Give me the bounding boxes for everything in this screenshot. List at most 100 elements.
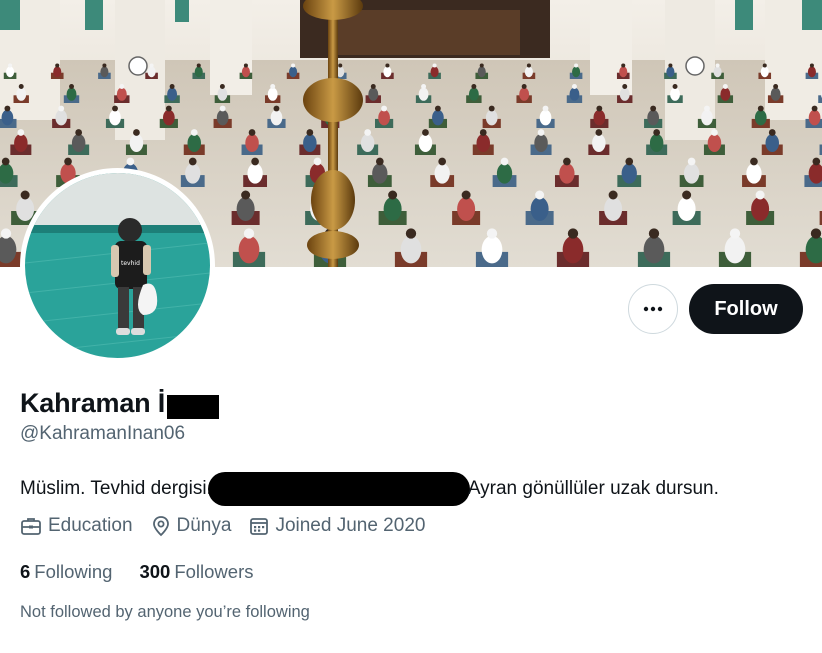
following-count: 6: [20, 561, 31, 582]
banner-worshipper: [530, 197, 549, 221]
banner-worshipper: [559, 163, 575, 184]
banner-worshipper: [770, 87, 781, 101]
banner-worshipper-head: [291, 63, 296, 68]
banner-worshipper: [147, 66, 156, 78]
banner-worshipper-head: [672, 84, 678, 89]
banner-worshipper: [751, 197, 770, 221]
banner-worshipper-head: [574, 63, 579, 68]
banner-worshipper: [569, 87, 580, 101]
redaction-bar: [167, 395, 220, 419]
banner-worshipper: [216, 109, 229, 126]
location-label: Dünya: [176, 515, 232, 536]
banner-worshipper: [457, 197, 476, 221]
banner-worshipper-head: [0, 228, 12, 239]
banner-worshipper-head: [364, 129, 372, 136]
banner-worshipper-head: [668, 63, 673, 68]
banner-worshipper-head: [270, 84, 276, 89]
banner-worshipper-head: [338, 63, 343, 68]
followers-link[interactable]: 300 Followers: [139, 561, 253, 583]
banner-worshipper-head: [479, 63, 484, 68]
banner-worshipper: [55, 109, 68, 126]
meta-location: Dünya: [151, 515, 232, 537]
banner-worshipper-head: [219, 84, 225, 89]
profile-avatar[interactable]: tevhid: [20, 168, 215, 363]
banner-worshipper: [238, 235, 260, 264]
banner-worshipper-head: [711, 129, 718, 136]
banner-worshipper-head: [102, 63, 107, 68]
banner-worshipper-head: [810, 228, 822, 239]
banner-worshipper: [593, 109, 606, 126]
more-options-button[interactable]: [628, 284, 678, 334]
banner-worshipper-head: [479, 129, 487, 136]
banner-worshipper-head: [563, 157, 571, 166]
banner-worshipper: [649, 134, 664, 152]
banner-worshipper: [434, 163, 450, 184]
banner-worshipper: [485, 109, 498, 126]
banner-worshipper: [129, 134, 144, 152]
banner-worshipper: [418, 87, 429, 101]
banner-worshipper: [496, 163, 513, 184]
banner-worshipper-head: [715, 63, 720, 68]
banner-worshipper-head: [488, 105, 495, 112]
banner-worshipper: [236, 197, 255, 221]
banner-worshipper-head: [241, 190, 251, 200]
banner-worshipper-head: [596, 105, 603, 112]
banner-worshipper-head: [1, 157, 10, 166]
banner-worshipper: [670, 87, 680, 101]
banner-worshipper: [432, 109, 444, 126]
follow-button[interactable]: Follow: [689, 284, 803, 334]
banner-worshipper-head: [188, 157, 197, 166]
banner-worshipper: [724, 235, 746, 264]
banner-worshipper: [217, 87, 228, 101]
banner-worshipper: [16, 87, 27, 101]
banner-worshipper-head: [729, 228, 741, 239]
banner-worshipper-head: [595, 129, 603, 136]
banner-worshipper-head: [219, 105, 226, 112]
bio-text-start: Müslim. Tevhid dergisi.: [20, 478, 212, 499]
banner-worshipper: [720, 87, 731, 101]
banner-worshipper-head: [55, 63, 60, 68]
banner-worshipper-head: [381, 105, 388, 112]
banner-worshipper-head: [757, 105, 764, 112]
banner-worshipper-head: [461, 190, 471, 200]
banner-worshipper: [592, 134, 606, 152]
banner-worshipper-head: [18, 84, 24, 89]
banner-worshipper: [604, 197, 623, 221]
avatar-shirt-text: tevhid: [121, 260, 140, 267]
banner-worshipper-head: [625, 157, 634, 166]
banner-worshipper: [519, 87, 530, 101]
location-pin-icon: [152, 516, 169, 537]
banner-worshipper: [534, 134, 548, 152]
banner-worshipper: [765, 134, 779, 152]
banner-worshipper: [14, 134, 28, 152]
banner-worshipper-head: [621, 63, 626, 68]
banner-worshipper: [418, 134, 433, 152]
banner-worshipper-head: [687, 157, 696, 166]
banner-worshipper: [109, 109, 121, 126]
banner-worshipper-head: [537, 129, 545, 136]
banner-worshipper: [360, 134, 375, 152]
banner-worshipper-head: [755, 190, 765, 200]
banner-worshipper: [368, 87, 379, 101]
banner-worshipper: [621, 163, 637, 184]
following-link[interactable]: 6 Following: [20, 561, 112, 583]
banner-worshipper: [619, 66, 628, 78]
profile-meta: Education Dünya Joined June 2020: [20, 515, 443, 537]
banner-worshipper: [116, 87, 127, 101]
banner-worshipper-head: [438, 157, 447, 166]
banner-worshipper-head: [58, 105, 65, 112]
banner-worshipper: [476, 134, 490, 152]
banner-worshipper-head: [773, 84, 779, 89]
banner-worshipper-head: [126, 157, 135, 166]
banner-worshipper-head: [648, 228, 660, 239]
banner-worshipper-head: [388, 190, 398, 200]
banner-worshipper-head: [243, 228, 255, 239]
banner-worshipper: [760, 66, 769, 78]
banner-worshipper: [746, 163, 762, 184]
banner-worshipper-head: [64, 157, 72, 166]
banner-worshipper-head: [535, 190, 545, 200]
banner-worshipper-head: [608, 190, 618, 200]
banner-worshipper-head: [243, 63, 248, 68]
display-name-row: Kahraman İ: [20, 386, 220, 420]
banner-worshipper-head: [133, 129, 140, 136]
